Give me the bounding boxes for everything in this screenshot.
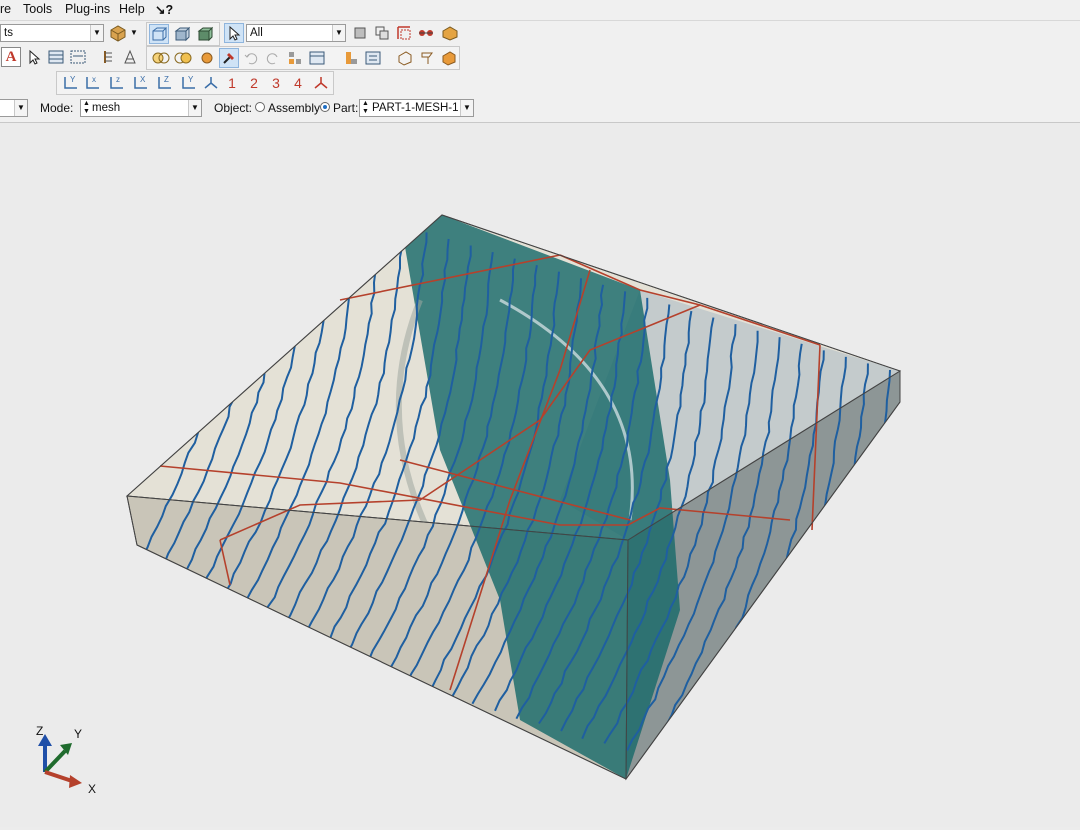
x-axis-arrow: [45, 772, 72, 781]
text-annotation-label: A: [6, 49, 17, 66]
view-yz-icon[interactable]: z: [107, 73, 127, 93]
object-label: Object:: [214, 101, 252, 115]
view-iso-icon[interactable]: [201, 73, 221, 93]
view-xy-icon[interactable]: Y: [61, 73, 81, 93]
point-select-icon[interactable]: [416, 23, 436, 43]
hidden-line-icon[interactable]: [172, 24, 192, 44]
x-axis-label: X: [88, 782, 96, 796]
svg-text:X: X: [140, 75, 146, 84]
select-layers-icon[interactable]: [372, 23, 392, 43]
svg-text:x: x: [92, 75, 96, 84]
filter-combo-value: ts: [4, 27, 13, 39]
menu-item-plugins[interactable]: Plug-ins: [65, 2, 110, 16]
svg-text:z: z: [116, 75, 120, 84]
menu-item-help[interactable]: Help: [119, 2, 145, 16]
part-combo[interactable]: ▲ ▼ PART-1-MESH-1 ▼: [359, 99, 474, 117]
svg-text:Z: Z: [164, 75, 169, 84]
dropdown-arrow-icon[interactable]: ▼: [130, 28, 138, 37]
y-axis-label: Y: [74, 727, 82, 741]
axis-triad: Z Y X: [36, 724, 96, 796]
filter-combo[interactable]: ts ▼: [0, 24, 104, 42]
part-value: PART-1-MESH-1: [372, 102, 458, 114]
table-icon[interactable]: [46, 47, 66, 67]
assembly-radio[interactable]: [255, 102, 265, 112]
flag-icon[interactable]: [417, 48, 437, 68]
intersect-circles-icon[interactable]: [173, 48, 193, 68]
view-triad-icon[interactable]: [311, 73, 331, 93]
part-display-icon[interactable]: [440, 23, 460, 43]
svg-text:Y: Y: [70, 75, 76, 84]
spinner-icon: ▲ ▼: [83, 100, 90, 116]
pointer-query-icon[interactable]: [24, 47, 44, 67]
view-zy-icon[interactable]: Z: [155, 73, 175, 93]
mode-value: mesh: [92, 102, 120, 114]
sphere-icon[interactable]: [197, 48, 217, 68]
chevron-down-icon[interactable]: ▼: [332, 25, 345, 41]
view-yx-icon[interactable]: x: [83, 73, 103, 93]
view-zx-icon[interactable]: X: [131, 73, 151, 93]
context-bar: ▼ Mode: ▲ ▼ mesh ▼ Object: Assembly Part:…: [0, 95, 1080, 123]
chevron-down-icon[interactable]: ▼: [460, 100, 473, 116]
render-toolbar-group: [146, 22, 220, 46]
render-style-icon[interactable]: [108, 23, 128, 43]
mode-combo[interactable]: ▲ ▼ mesh ▼: [80, 99, 202, 117]
mode-label: Mode:: [40, 101, 73, 115]
chevron-down-icon[interactable]: ▼: [90, 25, 103, 41]
svg-text:Y: Y: [188, 75, 194, 84]
transform-icon[interactable]: [285, 48, 305, 68]
view-1-button[interactable]: 1: [221, 73, 243, 93]
spinner-icon: ▲ ▼: [362, 100, 369, 116]
menu-item-file-partial[interactable]: re: [0, 2, 11, 16]
part-radio[interactable]: [320, 102, 330, 112]
selection-filter-value: All: [250, 27, 263, 39]
select-arrow-icon[interactable]: [224, 23, 244, 43]
module-combo[interactable]: ▼: [0, 99, 28, 117]
block-icon[interactable]: [439, 48, 459, 68]
stack-icon[interactable]: [120, 47, 140, 67]
menu-bar: re Tools Plug-ins Help ↘?: [0, 0, 1080, 20]
viewport[interactable]: Z Y X: [0, 123, 1080, 827]
box-select-icon[interactable]: [394, 23, 414, 43]
circle-outline-icon[interactable]: [151, 48, 171, 68]
view-toolbar-group: [146, 46, 460, 70]
menu-item-tools[interactable]: Tools: [23, 2, 52, 16]
chevron-down-icon[interactable]: ▼: [14, 100, 27, 116]
view-3-button[interactable]: 3: [265, 73, 287, 93]
chevron-down-icon[interactable]: ▼: [188, 100, 201, 116]
cut-view-icon[interactable]: [395, 48, 415, 68]
part-label: Part:: [333, 101, 358, 115]
dashed-table-icon[interactable]: [68, 47, 88, 67]
display-options-icon[interactable]: [307, 48, 327, 68]
shaded-icon[interactable]: [195, 24, 215, 44]
model-canvas: Z Y X: [0, 123, 1080, 827]
context-help-button[interactable]: ↘?: [155, 2, 173, 17]
toolbar-area: ts ▼ ▼ All ▼ A Y x z X Z Y 1 2 3 4: [0, 20, 1080, 95]
list-icon[interactable]: [363, 48, 383, 68]
selection-filter-combo[interactable]: All ▼: [246, 24, 346, 42]
assembly-label: Assembly: [268, 101, 320, 115]
view-xz-icon[interactable]: Y: [179, 73, 199, 93]
pin-tool-icon[interactable]: [219, 48, 239, 68]
ruler-icon[interactable]: [98, 47, 118, 67]
view-2-button[interactable]: 2: [243, 73, 265, 93]
z-axis-label: Z: [36, 724, 43, 738]
y-axis-arrow: [45, 751, 65, 772]
wireframe-icon[interactable]: [149, 24, 169, 44]
select-from-viewport-icon[interactable]: [350, 23, 370, 43]
text-annotation-button[interactable]: A: [1, 47, 21, 67]
undo-icon[interactable]: [241, 48, 261, 68]
redo-icon[interactable]: [263, 48, 283, 68]
query-part-icon[interactable]: [341, 48, 361, 68]
view-orientation-group: Y x z X Z Y 1 2 3 4: [56, 71, 334, 95]
view-4-button[interactable]: 4: [287, 73, 309, 93]
